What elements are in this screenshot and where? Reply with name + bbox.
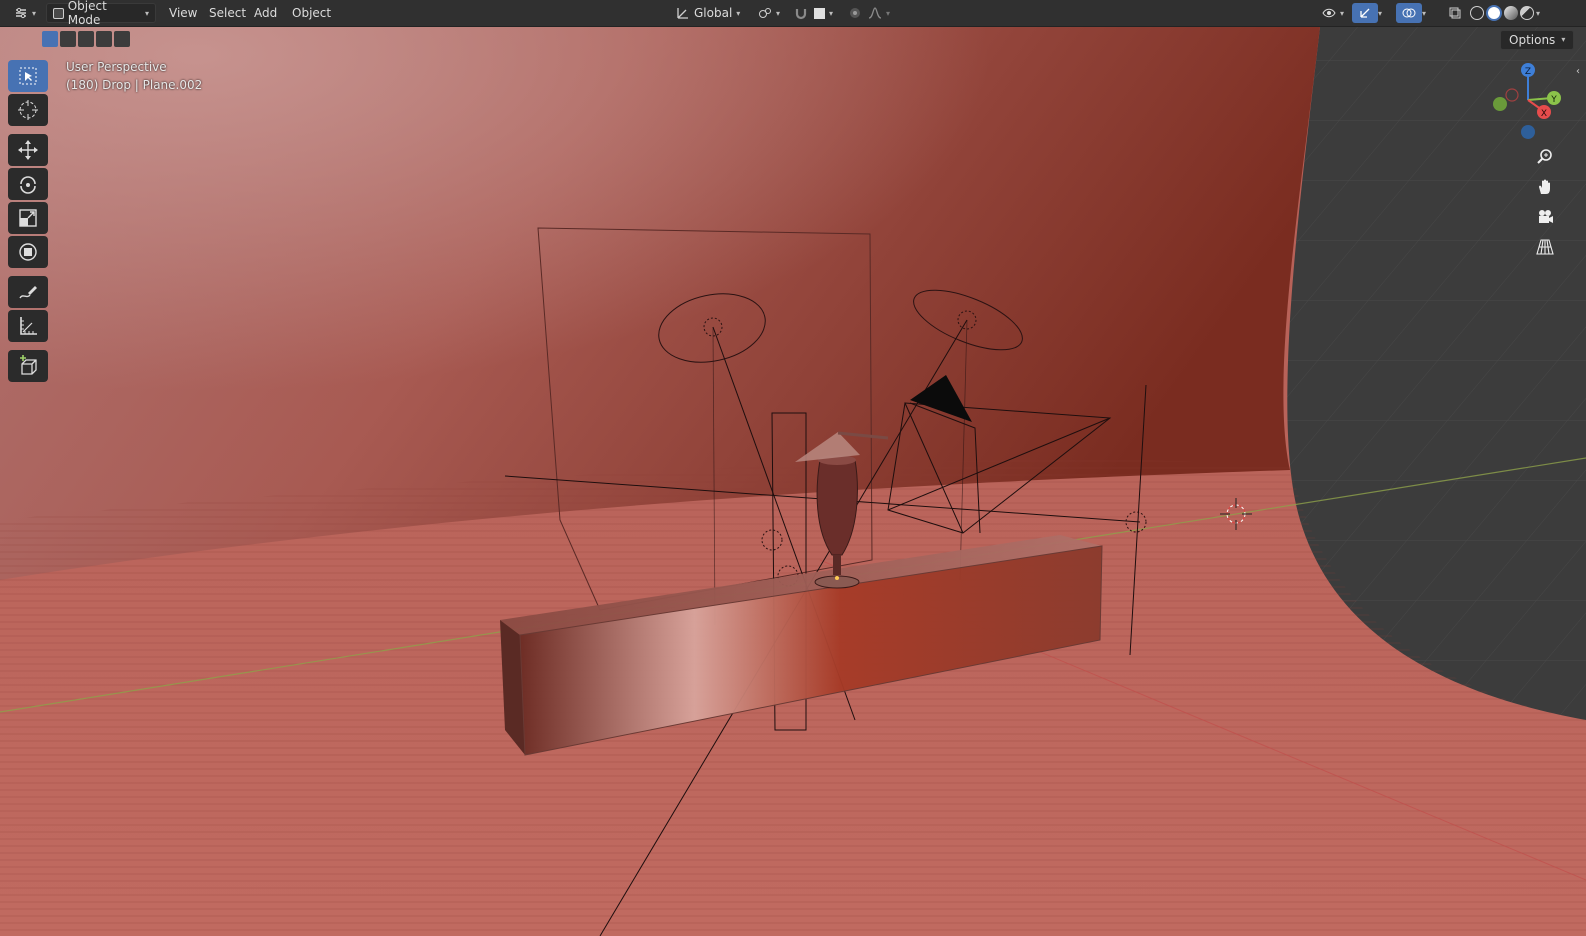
hand-icon	[1539, 179, 1550, 194]
x-axis-label: X	[1541, 109, 1547, 119]
options-dropdown[interactable]: Options ▾	[1500, 30, 1575, 50]
gizmo-dropdown[interactable]: ▾	[1372, 3, 1388, 23]
scale-icon	[19, 209, 37, 227]
chevron-down-icon: ▾	[1422, 8, 1427, 18]
select-invert-icon[interactable]	[96, 31, 112, 47]
orientation-icon	[677, 8, 688, 19]
tool-measure[interactable]	[8, 310, 48, 342]
camera-view-button[interactable]	[1532, 204, 1558, 230]
blender-window: ▾ Object Mode ▾ View Select Add Object G…	[0, 0, 1586, 936]
sidebar-toggle-icon[interactable]: ‹	[1576, 66, 1580, 77]
tool-scale[interactable]	[8, 202, 48, 234]
xray-toggle[interactable]	[1442, 3, 1468, 23]
options-label: Options	[1509, 33, 1556, 47]
selection-mode-group	[42, 31, 130, 47]
z-axis-label: Z	[1525, 67, 1531, 77]
xray-icon	[1449, 7, 1461, 19]
rendered-shading-icon[interactable]	[1520, 6, 1534, 20]
transform-orientation-dropdown[interactable]: Global ▾	[670, 3, 746, 23]
solid-shading-icon[interactable]	[1486, 5, 1502, 21]
rotate-icon	[20, 176, 36, 194]
snap-target-dropdown[interactable]: ▾	[808, 3, 839, 23]
neg-y-axis-icon[interactable]	[1493, 97, 1507, 111]
tool-transform[interactable]	[8, 236, 48, 268]
viewport-scene	[0, 27, 1586, 936]
overlays-dropdown[interactable]: ▾	[1416, 3, 1432, 23]
snap-increment-icon	[814, 7, 825, 19]
select-extend-icon[interactable]	[60, 31, 76, 47]
perspective-toggle-button[interactable]	[1532, 234, 1558, 260]
wireframe-shading-icon[interactable]	[1470, 6, 1484, 20]
menu-select[interactable]: Select	[203, 3, 252, 23]
neg-x-axis-icon[interactable]	[1505, 88, 1519, 102]
tool-select-box[interactable]	[8, 60, 48, 92]
y-axis-label: Y	[1550, 95, 1557, 105]
gizmo-icon	[1360, 8, 1370, 18]
chevron-down-icon: ▾	[1378, 8, 1383, 18]
navigation-gizmo[interactable]: Z Y X	[1490, 60, 1570, 146]
chevron-down-icon: ▾	[144, 8, 149, 18]
3d-viewport[interactable]	[0, 27, 1586, 936]
menu-object[interactable]: Object	[286, 3, 337, 23]
neg-z-axis-icon[interactable]	[1521, 125, 1535, 139]
chevron-down-icon: ▾	[736, 8, 741, 18]
tool-add-cube[interactable]	[8, 350, 48, 382]
menu-view[interactable]: View	[163, 3, 203, 23]
select-intersect-icon[interactable]	[114, 31, 130, 47]
pan-button[interactable]	[1532, 174, 1558, 200]
chevron-down-icon[interactable]: ▾	[1536, 9, 1540, 18]
chevron-down-icon: ▾	[32, 8, 37, 18]
annotate-icon	[19, 286, 37, 299]
pivot-icon	[759, 8, 771, 18]
pivot-point-dropdown[interactable]: ▾	[752, 3, 786, 23]
add-cube-icon	[20, 355, 37, 375]
chevron-down-icon: ▾	[829, 8, 834, 18]
visibility-dropdown[interactable]: ▾	[1316, 3, 1350, 23]
shading-mode-group: ▾	[1466, 3, 1544, 23]
chevron-down-icon: ▾	[1340, 8, 1345, 18]
proportional-edit-icon	[850, 8, 860, 18]
editor-type-icon	[16, 7, 26, 19]
object-mode-icon	[53, 7, 64, 19]
cursor-icon	[18, 100, 38, 120]
falloff-dropdown[interactable]: ▾	[862, 3, 896, 23]
tool-rotate[interactable]	[8, 168, 48, 200]
chevron-down-icon: ▾	[776, 8, 781, 18]
overlays-icon	[1402, 8, 1416, 18]
mode-label: Object Mode	[67, 0, 107, 27]
select-box-icon	[19, 67, 37, 85]
chevron-down-icon: ▾	[886, 8, 891, 18]
tool-cursor[interactable]	[8, 94, 48, 126]
material-preview-shading-icon[interactable]	[1504, 6, 1518, 20]
magnet-icon	[795, 9, 807, 20]
camera-icon	[1539, 210, 1553, 223]
move-icon	[18, 140, 38, 160]
object-info: (180) Drop | Plane.002	[66, 78, 203, 92]
select-new-icon[interactable]	[42, 31, 58, 47]
orientation-label: Global	[694, 6, 733, 20]
select-subtract-icon[interactable]	[78, 31, 94, 47]
measure-icon	[20, 317, 37, 335]
menu-add[interactable]: Add	[248, 3, 283, 23]
editor-type-button[interactable]: ▾	[8, 3, 42, 23]
tool-move[interactable]	[8, 134, 48, 166]
falloff-curve-icon	[868, 7, 882, 19]
view-name: User Perspective	[66, 60, 167, 74]
zoom-icon	[1537, 149, 1552, 164]
tool-annotate[interactable]	[8, 276, 48, 308]
transform-icon	[19, 243, 37, 261]
eye-icon	[1322, 8, 1336, 18]
mode-dropdown[interactable]: Object Mode ▾	[46, 0, 156, 27]
zoom-button[interactable]	[1532, 144, 1558, 170]
chevron-down-icon: ▾	[1561, 35, 1566, 44]
grid-perspective-icon	[1536, 239, 1554, 255]
viewport-header: ▾ Object Mode ▾ View Select Add Object G…	[0, 0, 1586, 27]
